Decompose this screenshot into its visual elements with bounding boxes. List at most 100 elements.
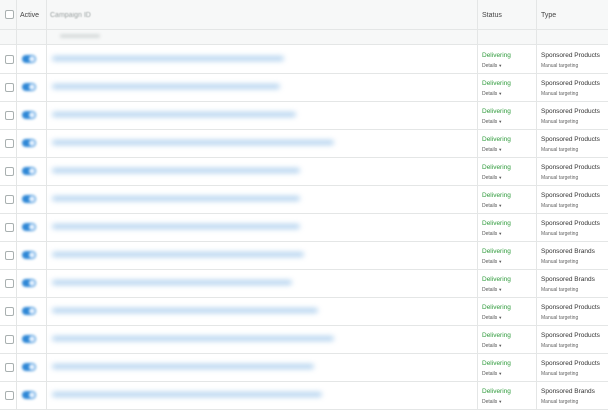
active-toggle[interactable]: [22, 167, 36, 175]
campaign-name-link[interactable]: [52, 168, 300, 173]
active-toggle[interactable]: [22, 391, 36, 399]
table-row: Delivering Details▼ Sponsored Products M…: [0, 130, 608, 158]
active-toggle[interactable]: [22, 363, 36, 371]
header-active[interactable]: Active: [20, 0, 39, 30]
caret-down-icon: ▼: [498, 203, 503, 208]
campaign-name-link[interactable]: [52, 140, 334, 145]
caret-down-icon: ▼: [498, 399, 503, 404]
details-dropdown[interactable]: Details▼: [482, 119, 502, 125]
active-toggle[interactable]: [22, 55, 36, 63]
status-text: Delivering: [482, 248, 511, 255]
details-dropdown[interactable]: Details▼: [482, 343, 502, 349]
column-divider: [46, 0, 47, 410]
header-status[interactable]: Status: [482, 0, 502, 30]
status-text: Delivering: [482, 304, 511, 311]
filter-placeholder: [60, 34, 100, 38]
status-text: Delivering: [482, 388, 511, 395]
campaign-name-link[interactable]: [52, 336, 334, 341]
campaign-name-link[interactable]: [52, 84, 280, 89]
table-row: Delivering Details▼ Sponsored Products M…: [0, 158, 608, 186]
campaign-type: Sponsored Products: [541, 220, 600, 227]
table-row: Delivering Details▼ Sponsored Products M…: [0, 326, 608, 354]
details-label: Details: [482, 399, 498, 405]
active-toggle[interactable]: [22, 139, 36, 147]
caret-down-icon: ▼: [498, 175, 503, 180]
campaign-type: Sponsored Products: [541, 80, 600, 87]
row-checkbox[interactable]: [5, 223, 14, 232]
details-label: Details: [482, 343, 498, 349]
targeting-type: Manual targeting: [541, 91, 579, 97]
status-text: Delivering: [482, 360, 511, 367]
row-checkbox[interactable]: [5, 167, 14, 176]
active-toggle[interactable]: [22, 279, 36, 287]
details-dropdown[interactable]: Details▼: [482, 147, 502, 153]
table-row: Delivering Details▼ Sponsored Products M…: [0, 74, 608, 102]
targeting-type: Manual targeting: [541, 399, 579, 405]
row-checkbox[interactable]: [5, 55, 14, 64]
row-checkbox[interactable]: [5, 279, 14, 288]
active-toggle[interactable]: [22, 307, 36, 315]
column-divider: [16, 0, 17, 410]
details-dropdown[interactable]: Details▼: [482, 91, 502, 97]
targeting-type: Manual targeting: [541, 63, 579, 69]
campaign-name-link[interactable]: [52, 56, 284, 61]
row-checkbox[interactable]: [5, 83, 14, 92]
details-dropdown[interactable]: Details▼: [482, 175, 502, 181]
caret-down-icon: ▼: [498, 91, 503, 96]
row-checkbox[interactable]: [5, 335, 14, 344]
targeting-type: Manual targeting: [541, 119, 579, 125]
details-dropdown[interactable]: Details▼: [482, 371, 502, 377]
campaign-name-link[interactable]: [52, 224, 300, 229]
table-row: Delivering Details▼ Sponsored Brands Man…: [0, 382, 608, 410]
active-toggle[interactable]: [22, 251, 36, 259]
header-type[interactable]: Type: [541, 0, 556, 30]
details-dropdown[interactable]: Details▼: [482, 63, 502, 69]
active-toggle[interactable]: [22, 335, 36, 343]
details-dropdown[interactable]: Details▼: [482, 287, 502, 293]
details-dropdown[interactable]: Details▼: [482, 399, 502, 405]
row-checkbox[interactable]: [5, 195, 14, 204]
row-checkbox[interactable]: [5, 307, 14, 316]
campaign-name-link[interactable]: [52, 112, 296, 117]
status-text: Delivering: [482, 80, 511, 87]
targeting-type: Manual targeting: [541, 175, 579, 181]
active-toggle[interactable]: [22, 223, 36, 231]
select-all-checkbox[interactable]: [5, 10, 14, 19]
details-dropdown[interactable]: Details▼: [482, 203, 502, 209]
active-toggle[interactable]: [22, 83, 36, 91]
row-checkbox[interactable]: [5, 251, 14, 260]
campaign-type: Sponsored Products: [541, 52, 600, 59]
targeting-type: Manual targeting: [541, 231, 579, 237]
details-label: Details: [482, 287, 498, 293]
campaign-name-link[interactable]: [52, 196, 300, 201]
targeting-type: Manual targeting: [541, 203, 579, 209]
table-header: Active Campaign ID Status Type: [0, 0, 608, 30]
row-checkbox[interactable]: [5, 139, 14, 148]
table-row: Delivering Details▼ Sponsored Products M…: [0, 354, 608, 382]
details-dropdown[interactable]: Details▼: [482, 231, 502, 237]
header-campaign-id[interactable]: Campaign ID: [50, 0, 91, 30]
targeting-type: Manual targeting: [541, 259, 579, 265]
caret-down-icon: ▼: [498, 315, 503, 320]
details-dropdown[interactable]: Details▼: [482, 259, 502, 265]
details-dropdown[interactable]: Details▼: [482, 315, 502, 321]
row-checkbox[interactable]: [5, 111, 14, 120]
campaign-name-link[interactable]: [52, 252, 304, 257]
row-checkbox[interactable]: [5, 363, 14, 372]
campaign-type: Sponsored Products: [541, 164, 600, 171]
campaign-name-link[interactable]: [52, 392, 322, 397]
active-toggle[interactable]: [22, 111, 36, 119]
campaign-name-link[interactable]: [52, 364, 314, 369]
row-checkbox[interactable]: [5, 391, 14, 400]
column-divider: [477, 0, 478, 410]
targeting-type: Manual targeting: [541, 371, 579, 377]
filter-row: [0, 30, 608, 45]
campaign-name-link[interactable]: [52, 280, 292, 285]
caret-down-icon: ▼: [498, 343, 503, 348]
campaign-name-link[interactable]: [52, 308, 318, 313]
active-toggle[interactable]: [22, 195, 36, 203]
caret-down-icon: ▼: [498, 371, 503, 376]
caret-down-icon: ▼: [498, 147, 503, 152]
table-row: Delivering Details▼ Sponsored Products M…: [0, 186, 608, 214]
details-label: Details: [482, 91, 498, 97]
